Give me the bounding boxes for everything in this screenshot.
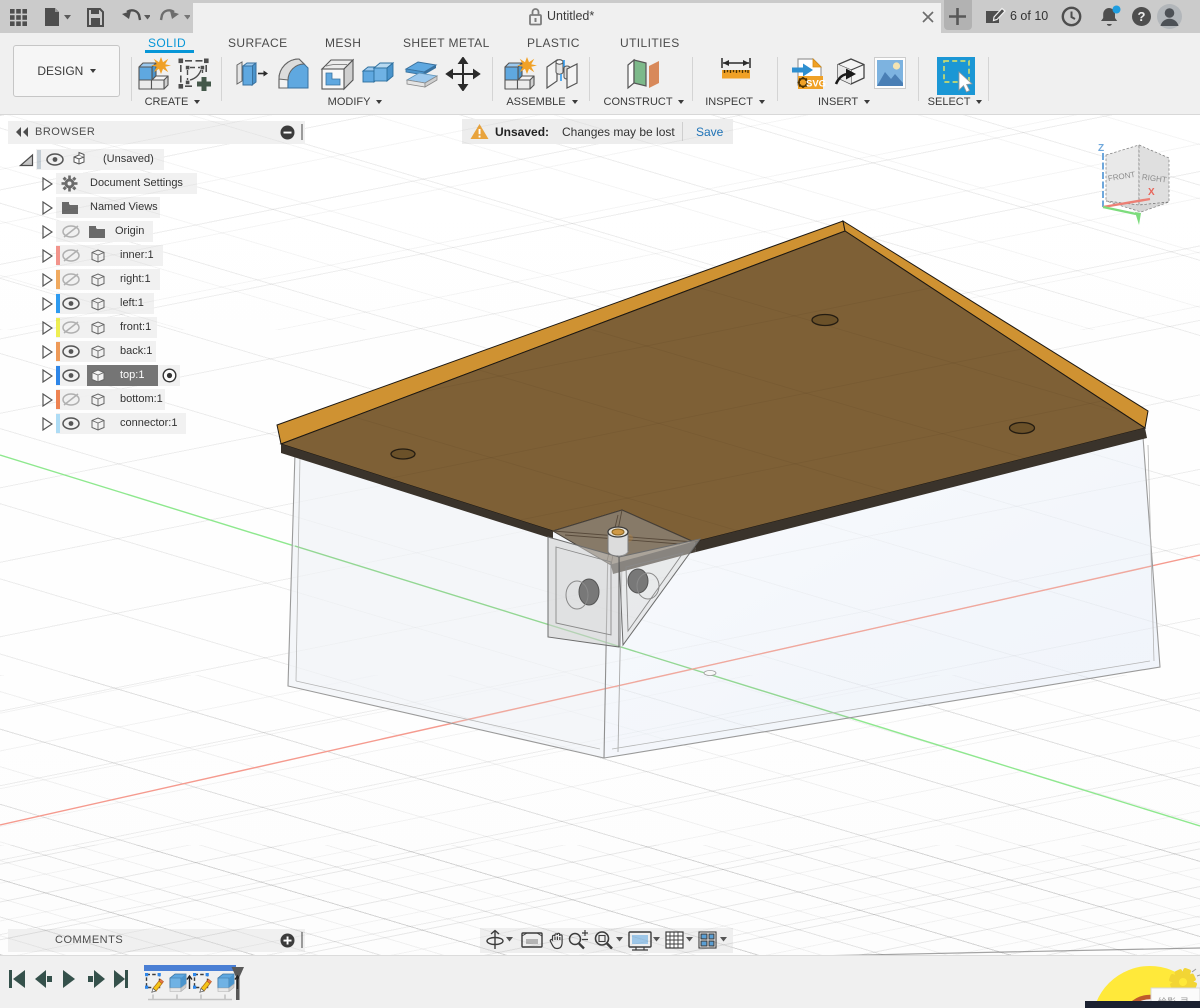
svg-text:X: X xyxy=(1148,187,1155,198)
svg-text:SVG: SVG xyxy=(806,79,826,90)
svg-text:?: ? xyxy=(1138,9,1146,24)
svg-text:Z: Z xyxy=(1098,143,1104,154)
